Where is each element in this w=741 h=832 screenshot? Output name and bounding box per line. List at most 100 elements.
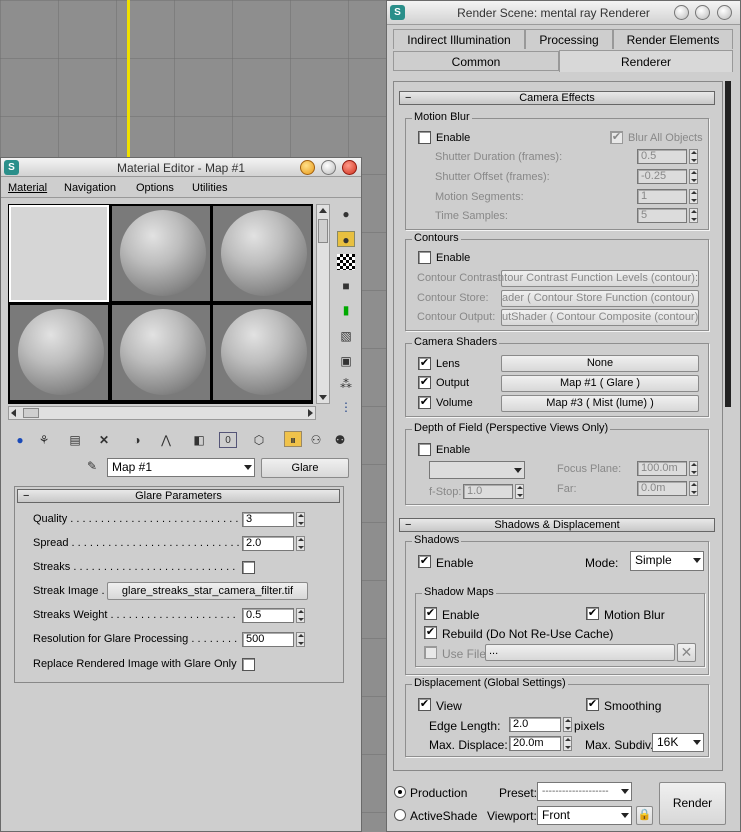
sample-vertical-scrollbar[interactable] bbox=[316, 204, 330, 404]
options-icon[interactable]: ▣ bbox=[337, 353, 355, 369]
maximize-button[interactable] bbox=[321, 160, 336, 175]
motion-segments-spinner[interactable] bbox=[689, 189, 698, 204]
shutter-offset-field[interactable]: -0.25 bbox=[637, 169, 687, 184]
shadow-maps-enable-checkbox[interactable]: ✔ bbox=[424, 607, 437, 620]
tab-renderer[interactable]: Renderer bbox=[559, 50, 733, 72]
blur-all-objects-checkbox[interactable]: ✔ bbox=[610, 131, 623, 144]
dof-enable-checkbox[interactable] bbox=[418, 443, 431, 456]
quality-field[interactable]: 3 bbox=[242, 512, 294, 527]
preset-dropdown[interactable]: -------------------- bbox=[537, 782, 632, 801]
sample-slot[interactable] bbox=[212, 304, 312, 401]
assign-to-selection-icon[interactable]: ▤ bbox=[66, 432, 84, 448]
max-displace-field[interactable]: 20.0m bbox=[509, 736, 561, 751]
shadow-mode-dropdown[interactable]: Simple bbox=[630, 551, 704, 571]
maximize-button[interactable] bbox=[695, 5, 710, 20]
resolution-field[interactable]: 500 bbox=[242, 632, 294, 647]
map-type-button[interactable]: Glare bbox=[261, 458, 349, 478]
use-file-checkbox[interactable] bbox=[424, 646, 437, 659]
time-samples-field[interactable]: 5 bbox=[637, 208, 687, 223]
glare-rollout-header[interactable]: − Glare Parameters bbox=[17, 489, 340, 503]
go-to-parent-icon[interactable]: ⚇ bbox=[307, 432, 325, 448]
select-by-material-icon[interactable]: ⁂ bbox=[337, 376, 355, 392]
shadow-motion-blur-checkbox[interactable]: ✔ bbox=[586, 607, 599, 620]
background-checker-icon[interactable] bbox=[337, 254, 355, 270]
quality-spinner[interactable] bbox=[296, 512, 305, 527]
time-samples-spinner[interactable] bbox=[689, 208, 698, 223]
displacement-view-checkbox[interactable]: ✔ bbox=[418, 698, 431, 711]
shutter-duration-field[interactable]: 0.5 bbox=[637, 149, 687, 164]
tab-common[interactable]: Common bbox=[393, 51, 559, 71]
material-navigator-icon[interactable]: ⋮ bbox=[337, 399, 355, 415]
render-scene-window[interactable]: S Render Scene: mental ray Renderer Indi… bbox=[386, 0, 741, 832]
shadows-enable-checkbox[interactable]: ✔ bbox=[418, 555, 431, 568]
spread-spinner[interactable] bbox=[296, 536, 305, 551]
dof-mode-dropdown[interactable] bbox=[429, 461, 525, 479]
focus-plane-spinner[interactable] bbox=[689, 461, 698, 476]
put-to-scene-icon[interactable]: ⚘ bbox=[35, 432, 53, 448]
use-file-browse-button[interactable]: ... bbox=[485, 644, 675, 661]
focus-plane-field[interactable]: 100.0m bbox=[637, 461, 687, 476]
menu-navigation[interactable]: Navigation bbox=[64, 182, 116, 194]
render-button[interactable]: Render bbox=[659, 782, 726, 825]
sample-slot[interactable] bbox=[111, 304, 211, 401]
minimize-button[interactable] bbox=[674, 5, 689, 20]
menu-material[interactable]: Material bbox=[8, 182, 47, 194]
spread-field[interactable]: 2.0 bbox=[242, 536, 294, 551]
tab-render-elements[interactable]: Render Elements bbox=[613, 29, 733, 49]
tab-indirect-illumination[interactable]: Indirect Illumination bbox=[393, 29, 525, 49]
fstop-spinner[interactable] bbox=[515, 484, 524, 499]
volume-checkbox[interactable]: ✔ bbox=[418, 396, 431, 409]
edge-length-spinner[interactable] bbox=[563, 717, 572, 732]
camera-effects-header[interactable]: − Camera Effects bbox=[399, 91, 715, 105]
lens-shader-button[interactable]: None bbox=[501, 355, 699, 372]
edge-length-field[interactable]: 2.0 bbox=[509, 717, 561, 732]
render-scene-titlebar[interactable]: S Render Scene: mental ray Renderer bbox=[387, 1, 740, 25]
activeshade-radio[interactable] bbox=[394, 809, 406, 821]
close-button[interactable] bbox=[717, 5, 732, 20]
show-end-result-icon[interactable]: ⏸ bbox=[284, 431, 302, 447]
production-radio[interactable] bbox=[394, 786, 406, 798]
streaks-weight-spinner[interactable] bbox=[296, 608, 305, 623]
reset-map-icon[interactable]: ✕ bbox=[95, 432, 113, 448]
replace-checkbox[interactable] bbox=[242, 658, 255, 671]
sample-slot[interactable] bbox=[9, 205, 109, 302]
put-to-library-icon[interactable]: ◧ bbox=[190, 432, 208, 448]
close-button[interactable] bbox=[342, 160, 357, 175]
shutter-duration-spinner[interactable] bbox=[689, 149, 698, 164]
smoothing-checkbox[interactable]: ✔ bbox=[586, 698, 599, 711]
sample-slot[interactable] bbox=[9, 304, 109, 401]
max-displace-spinner[interactable] bbox=[563, 736, 572, 751]
motion-blur-enable-checkbox[interactable] bbox=[418, 131, 431, 144]
rebuild-checkbox[interactable]: ✔ bbox=[424, 626, 437, 639]
get-material-icon[interactable]: ● bbox=[11, 432, 29, 448]
viewport-dropdown[interactable]: Front bbox=[537, 806, 632, 825]
volume-shader-button[interactable]: Map #3 ( Mist (lume) ) bbox=[501, 395, 699, 412]
contour-output-button[interactable]: utShader ( Contour Composite (contour) ) bbox=[501, 309, 699, 326]
make-copy-icon[interactable]: ◑ bbox=[128, 432, 146, 448]
sample-slot[interactable] bbox=[111, 205, 211, 302]
shutter-offset-spinner[interactable] bbox=[689, 169, 698, 184]
resolution-spinner[interactable] bbox=[296, 632, 305, 647]
pick-material-eyedropper-icon[interactable]: ✎ bbox=[83, 458, 101, 474]
tab-processing[interactable]: Processing bbox=[525, 29, 613, 49]
material-editor-titlebar[interactable]: S Material Editor - Map #1 bbox=[1, 158, 361, 177]
far-field[interactable]: 0.0m bbox=[637, 481, 687, 496]
backlight-icon[interactable]: ● bbox=[337, 231, 355, 247]
lens-checkbox[interactable]: ✔ bbox=[418, 357, 431, 370]
make-preview-icon[interactable]: ▧ bbox=[337, 328, 355, 344]
streaks-weight-field[interactable]: 0.5 bbox=[242, 608, 294, 623]
contours-enable-checkbox[interactable] bbox=[418, 251, 431, 264]
shadows-displacement-header[interactable]: − Shadows & Displacement bbox=[399, 518, 715, 532]
rollout-scrollbar[interactable] bbox=[725, 81, 731, 407]
clear-file-button[interactable]: ✕ bbox=[677, 643, 696, 662]
menu-options[interactable]: Options bbox=[136, 182, 174, 194]
map-name-dropdown[interactable]: Map #1 bbox=[107, 458, 255, 477]
menu-utilities[interactable]: Utilities bbox=[192, 182, 227, 194]
material-editor-window[interactable]: S Material Editor - Map #1 Material Navi… bbox=[0, 157, 362, 832]
make-unique-icon[interactable]: ⋀ bbox=[157, 432, 175, 448]
output-shader-button[interactable]: Map #1 ( Glare ) bbox=[501, 375, 699, 392]
streak-image-button[interactable]: glare_streaks_star_camera_filter.tif bbox=[107, 582, 308, 600]
go-forward-to-sibling-icon[interactable]: ⚉ bbox=[331, 432, 349, 448]
sample-horizontal-scrollbar[interactable] bbox=[8, 406, 316, 420]
material-id-channel-icon[interactable]: 0 bbox=[219, 432, 237, 448]
